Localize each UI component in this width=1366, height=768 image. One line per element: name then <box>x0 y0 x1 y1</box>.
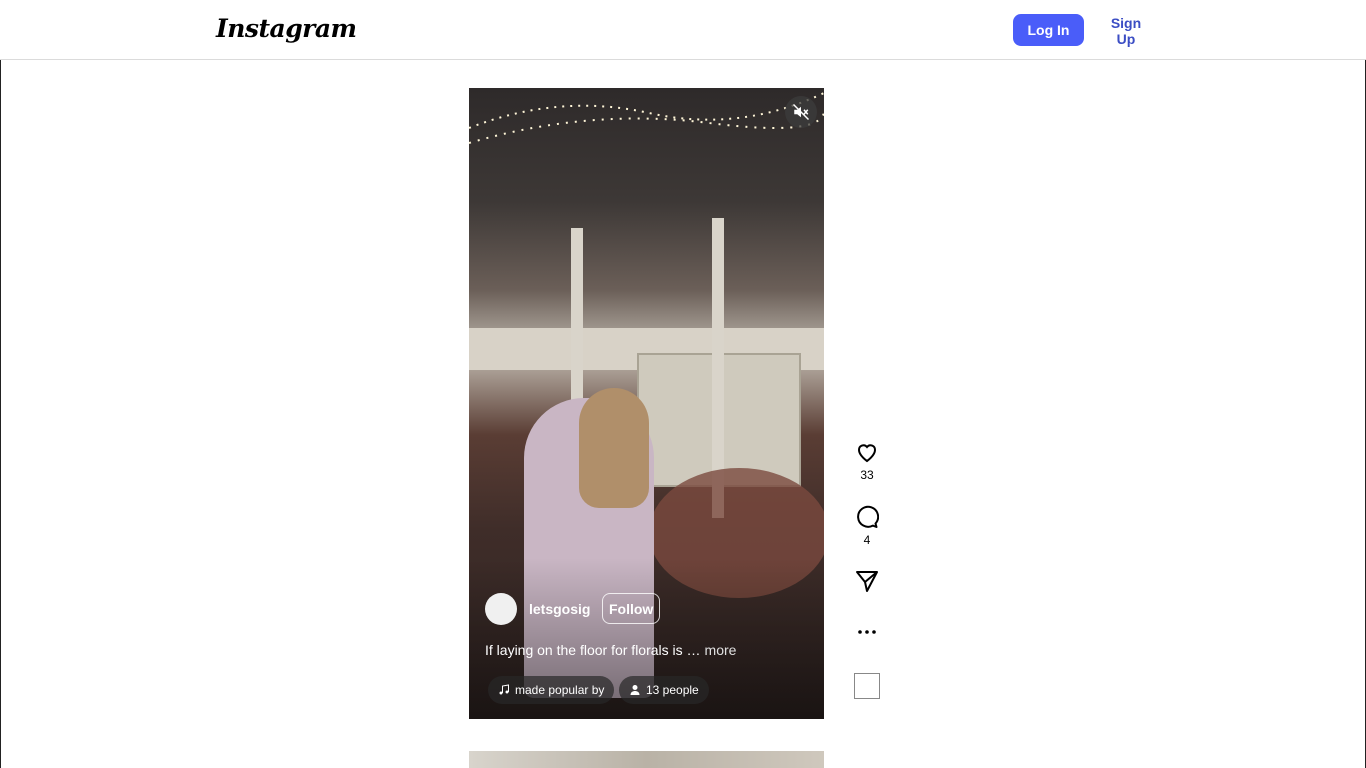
login-button[interactable]: Log In <box>1013 14 1084 46</box>
tagged-people-pill[interactable]: 13 people <box>619 676 709 704</box>
frame-border-left <box>0 59 1 768</box>
string-lights <box>469 92 824 144</box>
comment-action: 4 <box>850 505 884 547</box>
person-icon <box>630 685 640 695</box>
share-action <box>850 569 884 593</box>
instagram-logo[interactable]: Instagram <box>216 14 357 43</box>
heart-icon[interactable] <box>855 440 879 464</box>
volume-muted-icon <box>792 103 810 121</box>
audio-pill[interactable]: made popular by <box>488 676 614 704</box>
like-action: 33 <box>850 440 884 482</box>
paper-plane-icon[interactable] <box>855 569 879 593</box>
follow-button[interactable]: Follow <box>602 593 661 624</box>
more-dots-icon[interactable] <box>855 624 879 640</box>
mute-toggle-button[interactable] <box>785 96 817 128</box>
audio-thumbnail[interactable] <box>854 673 880 699</box>
top-bar: Instagram Log In Sign Up <box>0 0 1366 60</box>
next-reel-video[interactable] <box>469 751 824 768</box>
reel-caption: If laying on the floor for florals is … m… <box>485 642 736 658</box>
likes-count: 33 <box>860 468 874 482</box>
people-label: 13 people <box>646 683 699 697</box>
comments-count: 4 <box>863 533 871 547</box>
avatar[interactable] <box>485 593 517 625</box>
signup-button[interactable]: Sign Up <box>1094 14 1158 47</box>
comment-icon[interactable] <box>855 505 879 529</box>
reel-username[interactable]: letsgosig <box>529 601 590 617</box>
caption-more-link[interactable]: more <box>705 642 737 658</box>
caption-text: If laying on the floor for florals is … <box>485 642 701 658</box>
audio-label: made popular by <box>515 683 605 697</box>
reel-video[interactable] <box>469 88 824 719</box>
guest-hair <box>579 388 649 508</box>
more-action <box>850 624 884 640</box>
music-note-icon <box>499 684 509 695</box>
